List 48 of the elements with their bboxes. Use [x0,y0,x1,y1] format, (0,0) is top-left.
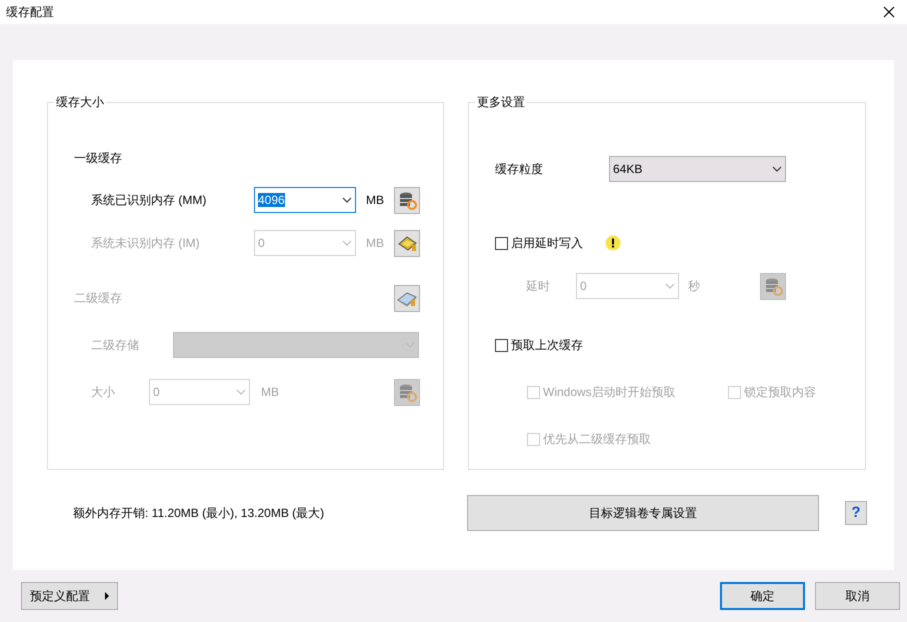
caret-icon [105,592,109,600]
close-icon [883,6,895,18]
field-label: 系统已识别内存 (MM) [91,192,208,209]
unit-label: MB [366,235,384,252]
chevron-icon [236,389,246,395]
group-title: 更多设置 [475,94,527,110]
icon-button[interactable] [394,230,420,256]
window-title: 缓存配置 [6,4,54,21]
section-heading: 二级缓存 [74,290,122,307]
database-gear-icon [398,190,416,210]
database-gear-icon [764,276,782,296]
field-label: 缓存粒度 [495,161,544,178]
checkbox-label: 锁定预取内容 [744,384,816,401]
unit-label: 秒 [688,278,700,295]
chevron-icon [772,166,782,172]
chevron-icon [342,197,352,203]
group-title: 缓存大小 [54,94,106,110]
field-label: 二级存储 [91,337,140,354]
checkbox-label: 优先从二级缓存预取 [543,431,651,448]
checkbox[interactable] [495,236,508,250]
field-label: 大小 [91,384,116,401]
dropdown: 0 [149,379,250,405]
checkbox-label: 启用延时写入 [511,235,584,252]
chevron-icon [665,283,675,289]
chevron-icon [342,240,352,246]
checkbox-label: Windows启动时开始预取 [543,384,676,401]
field-label: 系统未识别内存 (IM) [91,235,201,252]
cancel-button[interactable]: 取消 [815,582,900,610]
unit-label: MB [261,384,279,401]
checkbox-label: 预取上次缓存 [511,337,583,354]
database-gear-icon [398,382,416,402]
chip-card-icon [398,234,416,252]
volume-settings-button[interactable]: 目标逻辑卷专属设置 [467,495,819,531]
ok-button[interactable]: 确定 [720,582,805,610]
dropdown[interactable]: 4096 [254,187,356,213]
dropdown[interactable]: 64KB [609,156,786,182]
icon-button[interactable] [394,186,420,214]
help-button[interactable]: ? [845,501,867,525]
field-label: 延时 [526,278,551,295]
unit-label: MB [366,192,384,209]
memory-overhead-text: 额外内存开销: 11.20MB (最小), 13.20MB (最大) [73,505,326,522]
section-heading: 一级缓存 [74,150,122,167]
preset-menu-button[interactable]: 预定义配置 [21,582,118,610]
dropdown: 0 [576,273,679,299]
dropdown: 0 [254,230,356,256]
warning-icon [605,235,621,251]
checkbox[interactable] [495,338,508,352]
icon-button[interactable] [394,284,420,312]
